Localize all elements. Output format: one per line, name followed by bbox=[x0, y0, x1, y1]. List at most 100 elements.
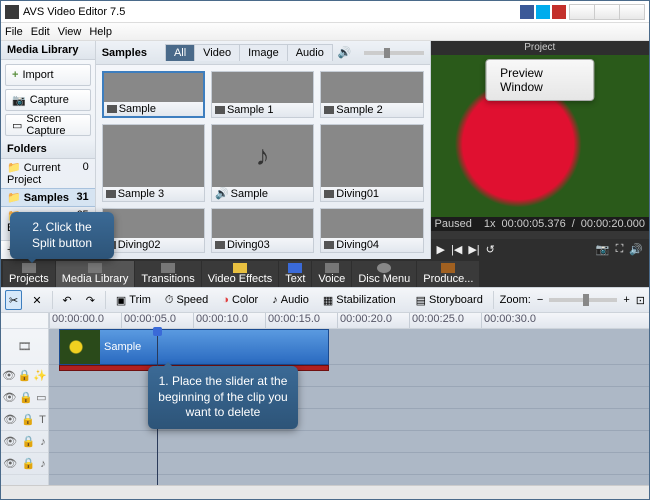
tab-media-library[interactable]: Media Library bbox=[56, 261, 135, 287]
fullscreen-button[interactable]: ⛶ bbox=[616, 243, 624, 256]
folder-current-project[interactable]: 📁 Current Project0 bbox=[1, 159, 95, 188]
thumb-sample-2[interactable]: Sample 2 bbox=[320, 71, 423, 118]
undo-button[interactable]: ↶ bbox=[58, 290, 75, 310]
trim-icon: ▣ bbox=[116, 294, 126, 307]
audio-icon: 🔊 bbox=[215, 187, 229, 200]
tab-transitions[interactable]: Transitions bbox=[135, 261, 200, 287]
folder-samples[interactable]: 📁 Samples31 bbox=[1, 188, 95, 207]
clip-thumbnail bbox=[60, 330, 100, 364]
tab-all[interactable]: All bbox=[165, 44, 195, 61]
speed-icon: ⏱ bbox=[165, 294, 174, 307]
close-button[interactable] bbox=[619, 4, 645, 20]
thumb-diving04[interactable]: Diving04 bbox=[320, 208, 423, 253]
time-ruler[interactable]: 00:00:00.000:00:05.000:00:10.000:00:15.0… bbox=[49, 313, 649, 329]
clip-label: Sample bbox=[100, 341, 141, 353]
timeline-body[interactable]: 00:00:00.000:00:05.000:00:10.000:00:15.0… bbox=[49, 313, 649, 485]
speed-button[interactable]: ⏱Speed bbox=[161, 294, 212, 307]
zoom-out-button[interactable]: − bbox=[537, 294, 543, 306]
thumb-audio-sample[interactable]: ♪🔊Sample bbox=[211, 124, 314, 201]
timeline: 🎞 👁🔒✨ 👁🔒▭ 👁🔒T 👁🔒♪ 👁🔒♪ 00:00:00.000:00:05… bbox=[1, 313, 649, 485]
tab-disc-menu[interactable]: Disc Menu bbox=[352, 261, 416, 287]
play-button[interactable]: ▶ bbox=[437, 243, 445, 256]
stabilization-button[interactable]: ▦Stabilization bbox=[319, 294, 400, 307]
preview-tab[interactable]: Project bbox=[431, 41, 649, 55]
delete-button[interactable]: ✕ bbox=[28, 290, 45, 310]
tab-video[interactable]: Video bbox=[194, 44, 240, 61]
thumb-sample-1[interactable]: Sample 1 bbox=[211, 71, 314, 118]
color-button[interactable]: ◑Color bbox=[218, 294, 262, 306]
video-icon bbox=[215, 241, 225, 249]
prev-frame-button[interactable]: |◀ bbox=[451, 243, 462, 256]
preview-tooltip: Preview Window bbox=[485, 59, 594, 101]
screen-icon: ▭ bbox=[12, 119, 22, 132]
samples-panel: Samples All Video Image Audio 🔊 Sample S… bbox=[96, 41, 431, 259]
zoom-in-button[interactable]: + bbox=[623, 294, 629, 306]
overlay-track-header[interactable]: 👁🔒▭ bbox=[1, 387, 48, 409]
menubar: File Edit View Help bbox=[1, 23, 649, 41]
next-frame-button[interactable]: ▶| bbox=[468, 243, 479, 256]
preview-status: Paused 1x 00:00:05.376 / 00:00:20.000 bbox=[431, 217, 649, 231]
zoom-slider[interactable] bbox=[549, 298, 617, 302]
volume-slider[interactable] bbox=[364, 51, 424, 55]
tab-image[interactable]: Image bbox=[239, 44, 288, 61]
tab-voice[interactable]: Voice bbox=[312, 261, 351, 287]
track-area[interactable]: Sample bbox=[49, 329, 649, 485]
menu-edit[interactable]: Edit bbox=[31, 26, 50, 38]
capture-button[interactable]: 📷Capture bbox=[5, 89, 91, 111]
menu-file[interactable]: File bbox=[5, 26, 23, 38]
twitter-icon[interactable] bbox=[536, 5, 550, 19]
video-icon bbox=[107, 105, 117, 113]
menu-help[interactable]: Help bbox=[89, 26, 112, 38]
social-icons bbox=[520, 5, 566, 19]
thumb-diving02[interactable]: Diving02 bbox=[102, 208, 205, 253]
menu-view[interactable]: View bbox=[58, 26, 82, 38]
volume-icon[interactable]: 🔊 bbox=[338, 46, 352, 59]
video-track-header[interactable]: 🎞 bbox=[1, 329, 48, 365]
mute-button[interactable]: 🔊 bbox=[629, 243, 643, 256]
filter-tabs: All Video Image Audio bbox=[165, 44, 332, 61]
thumb-diving01[interactable]: Diving01 bbox=[320, 124, 423, 201]
thumb-diving03[interactable]: Diving03 bbox=[211, 208, 314, 253]
audio-button[interactable]: ♪Audio bbox=[268, 294, 313, 306]
maximize-button[interactable] bbox=[594, 4, 620, 20]
thumb-sample-3[interactable]: Sample 3 bbox=[102, 124, 205, 201]
youtube-icon[interactable] bbox=[552, 5, 566, 19]
horizontal-scrollbar[interactable] bbox=[1, 485, 649, 499]
media-library-title: Media Library bbox=[1, 41, 95, 60]
video-icon bbox=[324, 190, 334, 198]
video-clip[interactable]: Sample bbox=[59, 329, 329, 365]
video-icon bbox=[324, 241, 334, 249]
playback-speed: 1x bbox=[484, 218, 496, 230]
main-tabs: Projects Media Library Transitions Video… bbox=[1, 259, 649, 287]
redo-button[interactable]: ↷ bbox=[82, 290, 99, 310]
audio2-track-header[interactable]: 👁🔒♪ bbox=[1, 453, 48, 475]
callout-slider: 1. Place the slider at the beginning of … bbox=[148, 366, 298, 429]
audio-icon: ♪ bbox=[272, 294, 278, 306]
text-track-header[interactable]: 👁🔒T bbox=[1, 409, 48, 431]
storyboard-button[interactable]: ▤Storyboard bbox=[412, 294, 487, 307]
screen-capture-button[interactable]: ▭Screen Capture bbox=[5, 114, 91, 136]
samples-title: Samples bbox=[102, 47, 147, 59]
snapshot-button[interactable]: 📷 bbox=[596, 243, 610, 256]
tab-text[interactable]: Text bbox=[279, 261, 311, 287]
preview-panel: Project Preview Window Paused 1x 00:00:0… bbox=[431, 41, 649, 259]
app-icon bbox=[5, 5, 19, 19]
callout-split: 2. Click the Split button bbox=[10, 212, 114, 259]
minimize-button[interactable] bbox=[569, 4, 595, 20]
trim-button[interactable]: ▣Trim bbox=[112, 294, 155, 307]
preview-seekbar[interactable] bbox=[431, 231, 649, 239]
fx-track-header[interactable]: 👁🔒✨ bbox=[1, 365, 48, 387]
import-button[interactable]: +Import bbox=[5, 64, 91, 86]
thumb-sample[interactable]: Sample bbox=[102, 71, 205, 118]
audio1-track-header[interactable]: 👁🔒♪ bbox=[1, 431, 48, 453]
tab-audio[interactable]: Audio bbox=[287, 44, 333, 61]
folders-title: Folders bbox=[1, 140, 95, 159]
stop-button[interactable]: ↺ bbox=[486, 243, 495, 256]
zoom-fit-button[interactable]: ⊡ bbox=[636, 294, 645, 307]
facebook-icon[interactable] bbox=[520, 5, 534, 19]
tab-video-effects[interactable]: Video Effects bbox=[202, 261, 278, 287]
tab-produce[interactable]: Produce... bbox=[417, 261, 479, 287]
storyboard-icon: ▤ bbox=[416, 294, 426, 307]
zoom-label: Zoom: bbox=[500, 294, 531, 306]
split-button[interactable]: ✂ bbox=[5, 290, 22, 310]
